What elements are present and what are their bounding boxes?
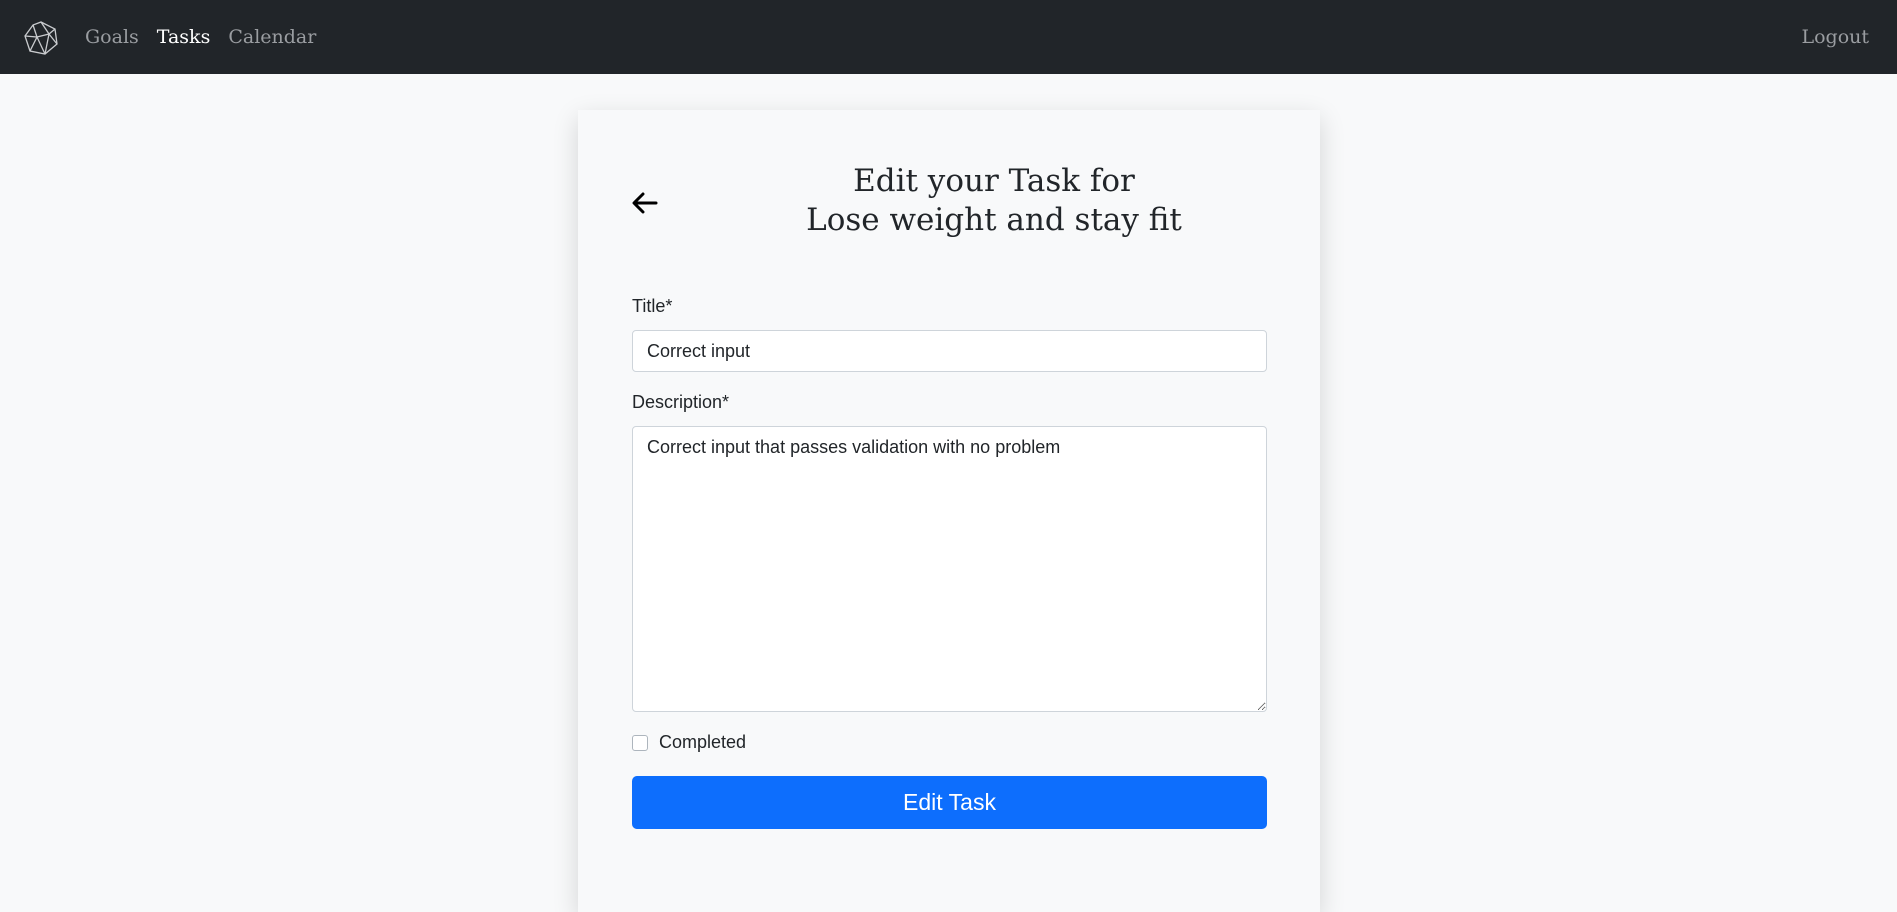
completed-checkbox-row[interactable]: Completed <box>632 732 746 753</box>
page-title-line-2: Lose weight and stay fit <box>806 202 1182 238</box>
page-title-line-1: Edit your Task for <box>853 163 1135 199</box>
description-textarea[interactable]: Correct input that passes validation wit… <box>632 426 1267 712</box>
title-input[interactable] <box>632 330 1267 372</box>
title-label: Title* <box>632 296 673 316</box>
brand-logo-icon[interactable] <box>23 20 59 56</box>
completed-label: Completed <box>659 732 747 752</box>
top-navbar: Goals Tasks Calendar Logout <box>0 0 1897 74</box>
edit-task-button[interactable]: Edit Task <box>632 776 1267 829</box>
nav-links: Goals Tasks Calendar <box>85 0 334 74</box>
completed-checkbox[interactable] <box>632 734 648 751</box>
nav-link-tasks[interactable]: Tasks <box>157 26 211 48</box>
page-title: Edit your Task for Lose weight and stay … <box>668 162 1320 240</box>
logout-link[interactable]: Logout <box>1801 0 1869 74</box>
edit-task-card: Edit your Task for Lose weight and stay … <box>578 110 1320 912</box>
arrow-left-icon[interactable] <box>631 190 659 216</box>
description-label: Description* <box>632 392 730 412</box>
nav-link-calendar[interactable]: Calendar <box>228 26 316 48</box>
nav-link-goals[interactable]: Goals <box>85 26 139 48</box>
